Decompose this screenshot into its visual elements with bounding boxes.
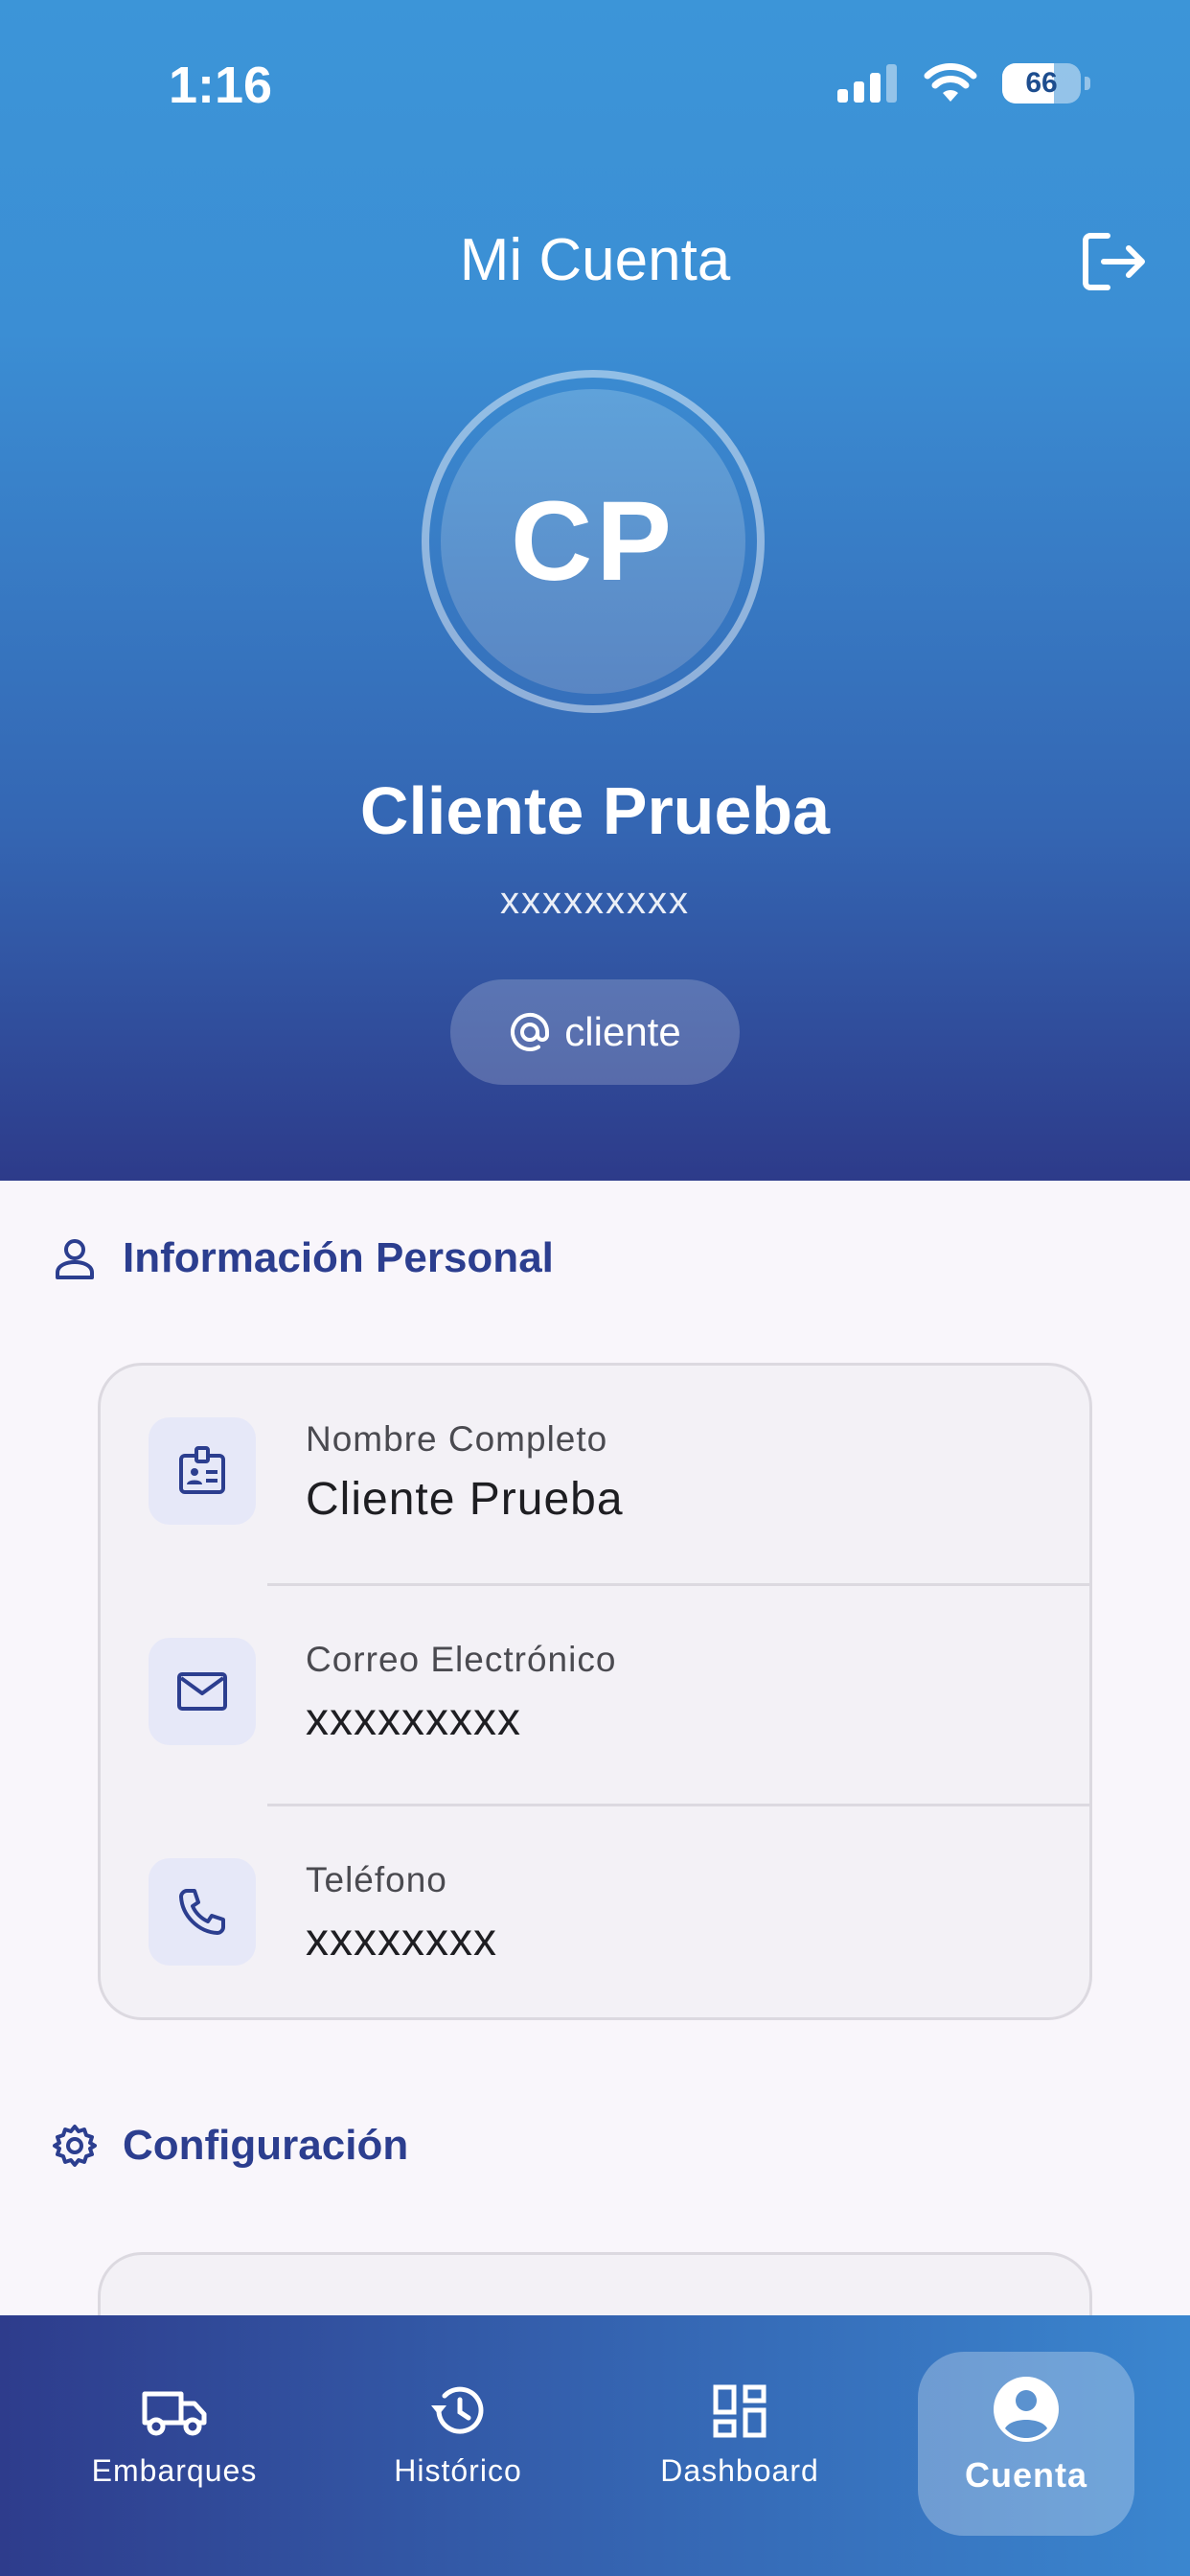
nav-label: Histórico bbox=[394, 2453, 522, 2488]
settings-heading: Configuración bbox=[52, 2122, 408, 2170]
info-row-phone: Teléfono xxxxxxxx bbox=[101, 1806, 1089, 2027]
signal-icon bbox=[837, 64, 897, 103]
personal-info-heading: Información Personal bbox=[52, 1234, 554, 1282]
battery-icon: 66 bbox=[1002, 63, 1081, 104]
nav-item-cuenta[interactable]: Cuenta bbox=[918, 2315, 1134, 2576]
info-row-email: Correo Electrónico xxxxxxxxx bbox=[101, 1586, 1089, 1806]
mail-icon bbox=[149, 1638, 256, 1745]
info-label: Correo Electrónico bbox=[306, 1640, 617, 1679]
info-label: Nombre Completo bbox=[306, 1419, 608, 1459]
gear-icon bbox=[53, 2125, 97, 2167]
status-icons: 66 bbox=[837, 63, 1090, 104]
avatar-initials: CP bbox=[441, 389, 745, 694]
badge-icon bbox=[149, 1417, 256, 1525]
nav-item-dashboard[interactable]: Dashboard bbox=[644, 2315, 835, 2576]
role-label: cliente bbox=[564, 1009, 681, 1054]
phone-icon bbox=[149, 1858, 256, 1966]
at-icon bbox=[511, 1012, 550, 1051]
dashboard-icon bbox=[713, 2384, 767, 2438]
info-value: xxxxxxxx bbox=[306, 1915, 497, 1966]
nav-item-historico[interactable]: Histórico bbox=[362, 2315, 554, 2576]
nav-label: Dashboard bbox=[660, 2453, 819, 2488]
history-icon bbox=[431, 2386, 484, 2434]
account-icon bbox=[994, 2377, 1059, 2442]
logout-icon bbox=[1083, 233, 1145, 290]
person-icon bbox=[56, 1239, 94, 1279]
status-time: 1:16 bbox=[169, 57, 273, 114]
user-subtitle: xxxxxxxxx bbox=[500, 880, 690, 922]
role-chip: cliente bbox=[450, 979, 740, 1085]
logout-button[interactable] bbox=[1081, 230, 1148, 298]
info-label: Teléfono bbox=[306, 1860, 447, 1899]
info-value: xxxxxxxxx bbox=[306, 1694, 521, 1745]
info-row-name: Nombre Completo Cliente Prueba bbox=[101, 1366, 1089, 1586]
avatar: CP bbox=[422, 370, 765, 713]
wifi-icon bbox=[924, 63, 977, 102]
nav-label: Cuenta bbox=[964, 2455, 1087, 2495]
bottom-nav: Embarques Histórico Dashboard Cuenta bbox=[0, 2315, 1190, 2576]
nav-item-embarques[interactable]: Embarques bbox=[79, 2315, 270, 2576]
user-name: Cliente Prueba bbox=[359, 773, 831, 848]
nav-label: Embarques bbox=[91, 2453, 258, 2488]
truck-icon bbox=[142, 2391, 207, 2436]
profile-header: 1:16 66 Mi Cuenta CP Cliente Prueba xxxx… bbox=[0, 0, 1190, 1181]
personal-info-card: Nombre Completo Cliente Prueba Correo El… bbox=[98, 1363, 1092, 2020]
info-value: Cliente Prueba bbox=[306, 1474, 624, 1525]
page-title: Mi Cuenta bbox=[459, 227, 731, 293]
